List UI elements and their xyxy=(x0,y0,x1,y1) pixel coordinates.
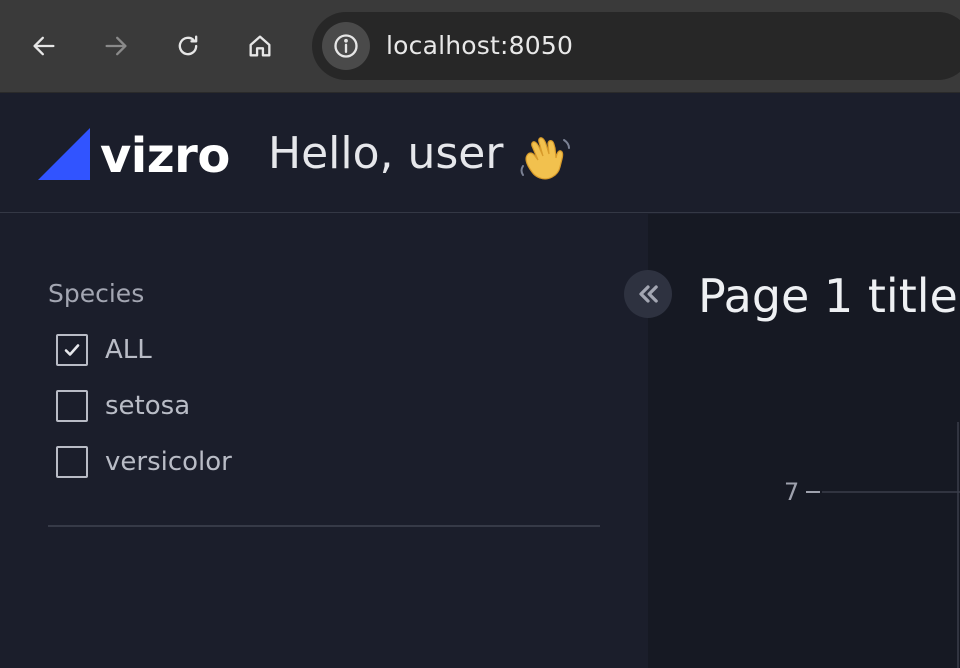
sidebar: Species ALL setosa versicolor xyxy=(0,214,648,668)
back-button[interactable] xyxy=(26,28,62,64)
page-content: Page 1 title 7 xyxy=(648,214,960,668)
sidebar-divider xyxy=(48,525,600,527)
dashboard-title: Hello, user xyxy=(268,128,504,179)
forward-button[interactable] xyxy=(98,28,134,64)
vizro-logo-icon xyxy=(38,128,90,180)
back-arrow-icon xyxy=(33,36,55,56)
reload-icon xyxy=(178,35,198,56)
checkbox-option-all[interactable]: ALL xyxy=(56,334,152,366)
logo-text: vizro xyxy=(100,128,230,184)
app-header: vizro Hello, user xyxy=(0,94,960,213)
forward-arrow-icon xyxy=(105,36,127,56)
checkbox[interactable] xyxy=(56,390,88,422)
checkbox-label: versicolor xyxy=(105,447,232,477)
info-icon xyxy=(334,34,358,58)
reload-button[interactable] xyxy=(170,28,206,64)
checkbox-label: ALL xyxy=(105,335,152,365)
double-chevron-left-icon xyxy=(639,285,658,303)
scatter-chart[interactable] xyxy=(768,414,960,668)
species-filter-label: Species xyxy=(48,279,145,308)
page-title: Page 1 title xyxy=(698,269,958,323)
checkbox-option-versicolor[interactable]: versicolor xyxy=(56,446,232,478)
checkmark-icon xyxy=(64,344,80,356)
browser-toolbar: localhost:8050 xyxy=(0,0,960,93)
checkbox[interactable] xyxy=(56,334,88,366)
checkbox-label: setosa xyxy=(105,391,191,421)
site-info-button[interactable] xyxy=(322,22,370,70)
home-button[interactable] xyxy=(242,28,278,64)
collapse-sidebar-button[interactable] xyxy=(624,270,672,318)
checkbox-option-setosa[interactable]: setosa xyxy=(56,390,190,422)
checkbox[interactable] xyxy=(56,446,88,478)
waving-hand-icon xyxy=(520,137,570,180)
url-text[interactable]: localhost:8050 xyxy=(386,26,573,66)
home-icon xyxy=(249,35,271,57)
